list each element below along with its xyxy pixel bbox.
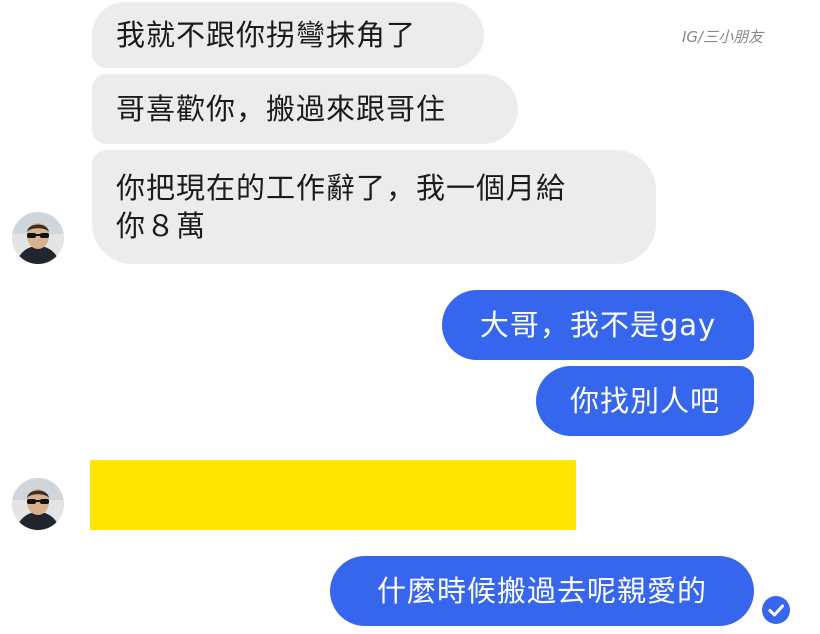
message-text: 大哥，我不是gay xyxy=(479,308,717,342)
incoming-message[interactable]: 你把現在的工作辭了，我一個月給 你８萬 xyxy=(92,150,656,264)
sender-avatar[interactable] xyxy=(12,212,64,264)
outgoing-message[interactable]: 大哥，我不是gay xyxy=(442,290,754,360)
message-text: 你把現在的工作辭了，我一個月給 你８萬 xyxy=(116,171,567,243)
message-text: 哥喜歡你，搬過來跟哥住 xyxy=(116,92,447,126)
incoming-message[interactable]: 我就不跟你拐彎抹角了 xyxy=(92,2,484,68)
read-receipt xyxy=(762,596,790,624)
incoming-message[interactable]: 哥喜歡你，搬過來跟哥住 xyxy=(92,74,518,144)
outgoing-message[interactable]: 什麼時候搬過去呢親愛的 xyxy=(330,556,754,626)
outgoing-message[interactable]: 你找別人吧 xyxy=(536,366,754,436)
person-icon xyxy=(12,478,64,530)
message-text: 你找別人吧 xyxy=(569,384,720,418)
check-circle-icon xyxy=(768,604,784,617)
person-icon xyxy=(12,212,64,264)
message-text: 我就不跟你拐彎抹角了 xyxy=(116,18,417,52)
sender-avatar[interactable] xyxy=(12,478,64,530)
message-text: 什麼時候搬過去呢親愛的 xyxy=(376,574,707,608)
watermark: IG/三小朋友 xyxy=(682,28,764,46)
redacted-message xyxy=(90,460,576,530)
